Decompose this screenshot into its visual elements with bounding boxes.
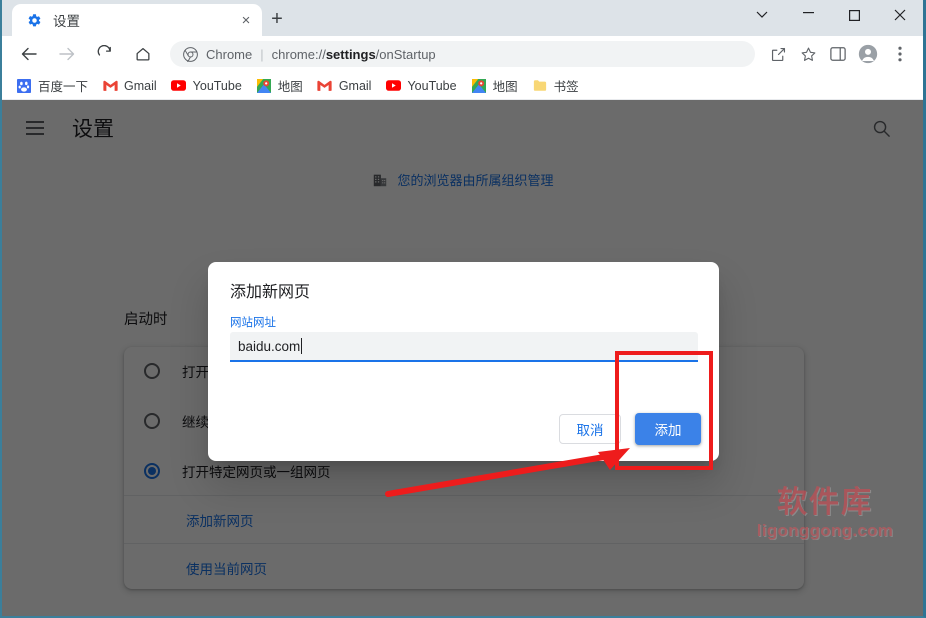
watermark-url-text: ligonggong.com — [756, 521, 894, 540]
dialog-title: 添加新网页 — [230, 284, 311, 301]
maps-icon — [256, 78, 272, 94]
bookmark-item[interactable]: Gmail — [313, 75, 380, 97]
maximize-icon[interactable] — [831, 0, 877, 30]
reload-icon[interactable] — [88, 37, 122, 71]
bookmark-folder-item[interactable]: 书签 — [528, 75, 587, 97]
tab-strip: 设置 × + — [2, 0, 923, 36]
gmail-icon — [102, 78, 118, 94]
new-tab-button[interactable]: + — [264, 6, 290, 32]
text-cursor — [301, 338, 303, 354]
bookmark-label: Gmail — [338, 78, 372, 93]
site-url-input-value: baidu.com — [238, 338, 301, 354]
three-dot-menu-icon[interactable] — [885, 39, 915, 69]
bookmark-label: YouTube — [192, 78, 242, 93]
omnibox-url-text: chrome://settings/onStartup — [272, 47, 436, 62]
tab-title: 设置 — [53, 14, 80, 29]
bookmark-item[interactable]: Gmail — [98, 75, 165, 97]
address-bar[interactable]: Chrome | chrome://settings/onStartup — [170, 41, 755, 67]
star-icon[interactable] — [793, 39, 823, 69]
close-icon[interactable]: × — [236, 10, 256, 30]
browser-tab[interactable]: 设置 × — [12, 4, 262, 36]
bookmark-label: 书签 — [553, 80, 579, 94]
omnibox-separator: | — [260, 46, 264, 62]
close-window-icon[interactable] — [877, 0, 923, 30]
url-bold-part: settings — [325, 46, 376, 62]
window-controls — [739, 0, 923, 36]
back-icon[interactable] — [12, 37, 46, 71]
bookmark-label: YouTube — [407, 78, 457, 93]
baidu-icon — [16, 78, 32, 94]
folder-icon — [532, 78, 548, 94]
site-url-field-label: 网站网址 — [230, 317, 276, 329]
bookmark-item[interactable]: 百度一下 — [12, 75, 96, 97]
bookmark-label: 地图 — [277, 80, 303, 94]
watermark-chinese-text: 软件库 — [777, 486, 873, 519]
maps-icon — [471, 78, 487, 94]
add-button-highlight-box — [615, 351, 713, 470]
youtube-icon — [171, 78, 187, 94]
share-icon[interactable] — [763, 39, 793, 69]
minimize-icon[interactable] — [785, 0, 831, 30]
home-icon[interactable] — [126, 37, 160, 71]
bookmark-item[interactable]: YouTube — [167, 75, 250, 97]
gmail-icon — [317, 78, 333, 94]
youtube-icon — [385, 78, 401, 94]
watermark: 软件库 ligonggong.com — [730, 486, 920, 541]
tab-search-chevron-down-icon[interactable] — [739, 0, 785, 30]
bookmark-item[interactable]: YouTube — [381, 75, 464, 97]
omnibox-scheme-label: Chrome — [206, 46, 253, 62]
cancel-button[interactable]: 取消 — [559, 414, 621, 444]
url-prefix: chrome:// — [271, 46, 326, 62]
bookmarks-bar: 百度一下 Gmail YouTube 地图 Gmail YouTube 地图 书… — [2, 72, 923, 100]
browser-toolbar: Chrome | chrome://settings/onStartup — [2, 36, 923, 72]
side-panel-icon[interactable] — [823, 39, 853, 69]
chrome-logo-icon — [182, 46, 198, 62]
browser-window: 设置 × + Chrome | chrome://settings/onStar… — [0, 0, 926, 618]
profile-avatar-icon[interactable] — [853, 39, 883, 69]
url-suffix: /onStartup — [375, 46, 436, 62]
bookmark-label: 百度一下 — [38, 80, 89, 94]
bookmark-item[interactable]: 地图 — [467, 75, 526, 97]
gear-icon — [26, 12, 42, 28]
forward-icon — [50, 37, 84, 71]
bookmark-item[interactable]: 地图 — [252, 75, 311, 97]
bookmark-label: Gmail — [124, 78, 157, 93]
bookmark-label: 地图 — [492, 80, 518, 94]
